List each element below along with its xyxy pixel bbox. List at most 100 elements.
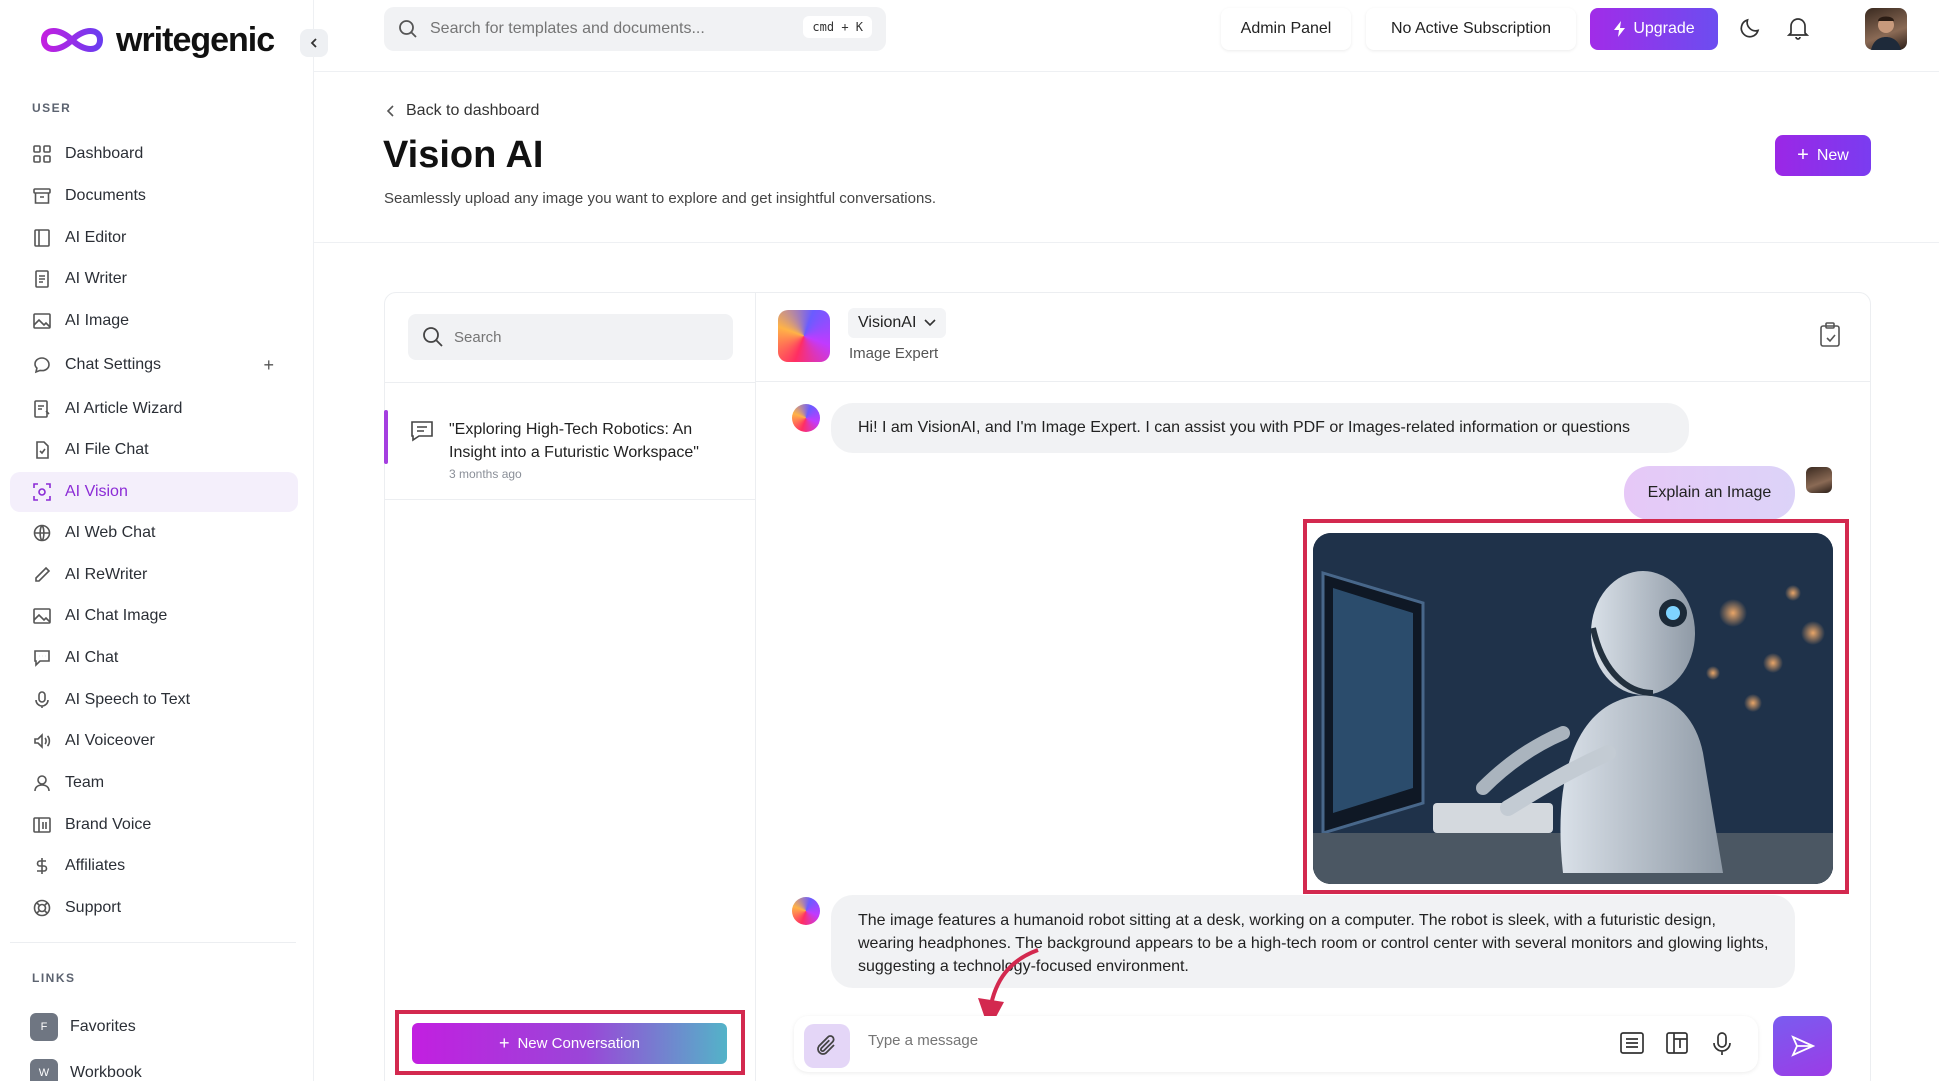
sidebar-item-support[interactable]: Support xyxy=(10,888,298,928)
sidebar-item-label: AI Chat Image xyxy=(65,607,168,624)
search-input[interactable] xyxy=(430,20,780,38)
notifications-button[interactable] xyxy=(1784,14,1812,42)
bolt-icon xyxy=(1614,21,1626,37)
chevron-left-icon xyxy=(386,105,394,117)
uploaded-image[interactable] xyxy=(1313,533,1833,884)
divider xyxy=(314,242,1939,243)
sidebar-item-label: Team xyxy=(65,774,105,791)
voice-input-button[interactable] xyxy=(1712,1032,1732,1061)
sidebar-item-affiliates[interactable]: Affiliates xyxy=(10,846,298,886)
prompt-library-button[interactable] xyxy=(1620,1032,1644,1059)
bot-selector[interactable]: VisionAI xyxy=(848,308,947,338)
sidebar-item-label: AI File Chat xyxy=(65,441,149,458)
link-label: Workbook xyxy=(70,1064,142,1081)
sidebar-item-ai-editor[interactable]: AI Editor xyxy=(10,218,298,258)
sidebar-item-ai-article-wizard[interactable]: AI Article Wizard xyxy=(10,389,298,429)
sidebar-item-ai-chat[interactable]: AI Chat xyxy=(10,638,298,678)
search-icon xyxy=(423,327,443,347)
microphone-icon xyxy=(1713,1032,1731,1055)
wizard-icon xyxy=(32,399,52,419)
new-conversation-label: New Conversation xyxy=(517,1035,641,1052)
plus-icon[interactable]: + xyxy=(263,355,274,376)
file-icon xyxy=(32,440,52,460)
paperclip-icon xyxy=(817,1035,835,1055)
conversation-list: "Exploring High-Tech Robotics: An Insigh… xyxy=(384,292,756,1081)
send-button[interactable] xyxy=(1773,1016,1832,1076)
sidebar-item-ai-web-chat[interactable]: AI Web Chat xyxy=(10,513,298,553)
admin-panel-button[interactable]: Admin Panel xyxy=(1221,8,1351,50)
speaker-icon xyxy=(32,731,52,751)
vision-icon xyxy=(32,482,52,502)
book-icon xyxy=(32,228,52,248)
section-label-user: USER xyxy=(32,101,72,115)
sidebar-item-ai-writer[interactable]: AI Writer xyxy=(10,259,298,299)
document-icon xyxy=(32,269,52,289)
logo-icon xyxy=(40,28,104,52)
sidebar-item-label: AI Editor xyxy=(65,229,127,246)
subscription-button[interactable]: No Active Subscription xyxy=(1366,8,1576,50)
link-badge: F xyxy=(30,1013,58,1041)
message-input[interactable] xyxy=(868,1032,1508,1049)
plus-icon: + xyxy=(498,1033,510,1053)
new-button[interactable]: + New xyxy=(1775,135,1871,176)
sidebar-item-ai-rewriter[interactable]: AI ReWriter xyxy=(10,555,298,595)
bot-avatar xyxy=(792,404,820,432)
link-favorites[interactable]: F Favorites xyxy=(30,1013,136,1041)
user-message: Explain an Image xyxy=(1624,466,1795,520)
sidebar-item-label: AI Web Chat xyxy=(65,524,156,541)
attach-button[interactable] xyxy=(804,1024,850,1068)
sidebar-item-documents[interactable]: Documents xyxy=(10,176,298,216)
sidebar-item-ai-voiceover[interactable]: AI Voiceover xyxy=(10,721,298,761)
upgrade-button[interactable]: Upgrade xyxy=(1590,8,1718,50)
pen-icon xyxy=(32,565,52,585)
sidebar-item-brand-voice[interactable]: Brand Voice xyxy=(10,805,298,845)
moon-icon xyxy=(1740,18,1760,38)
image-icon xyxy=(32,311,52,331)
bot-message: Hi! I am VisionAI, and I'm Image Expert.… xyxy=(831,403,1689,453)
columns-icon xyxy=(1666,1032,1688,1054)
logo[interactable]: writegenic xyxy=(38,20,275,60)
sidebar-item-label: Documents xyxy=(65,187,146,204)
image-icon xyxy=(32,606,52,626)
section-label-links: LINKS xyxy=(32,971,76,985)
sidebar-item-team[interactable]: Team xyxy=(10,763,298,803)
dark-mode-toggle[interactable] xyxy=(1736,14,1764,42)
bot-avatar xyxy=(778,310,830,362)
avatar[interactable] xyxy=(1865,8,1907,50)
brand-voice-button[interactable] xyxy=(1666,1032,1688,1059)
sidebar-item-chat-settings[interactable]: Chat Settings + xyxy=(10,345,298,385)
sidebar-item-label: Support xyxy=(65,899,122,916)
sidebar-item-dashboard[interactable]: Dashboard xyxy=(10,134,298,174)
topbar: cmd + K Admin Panel No Active Subscripti… xyxy=(314,0,1939,72)
conversation-search-input[interactable] xyxy=(454,328,704,346)
back-to-dashboard-link[interactable]: Back to dashboard xyxy=(386,102,539,120)
user-icon xyxy=(32,773,52,793)
sidebar-item-label: AI ReWriter xyxy=(65,566,148,583)
conversation-search[interactable] xyxy=(408,314,733,360)
sidebar-item-label: AI Image xyxy=(65,312,130,329)
sidebar-item-ai-vision[interactable]: AI Vision xyxy=(10,472,298,512)
plus-icon: + xyxy=(1797,144,1809,166)
sidebar-item-ai-file-chat[interactable]: AI File Chat xyxy=(10,430,298,470)
list-icon xyxy=(1620,1032,1644,1054)
upgrade-label: Upgrade xyxy=(1633,20,1695,37)
sidebar-item-ai-image[interactable]: AI Image xyxy=(10,301,298,341)
sidebar-item-label: AI Vision xyxy=(65,483,128,500)
sidebar-item-ai-speech-to-text[interactable]: AI Speech to Text xyxy=(10,680,298,720)
sidebar: writegenic USER Dashboard Documents AI E… xyxy=(0,0,314,1081)
list-item[interactable]: "Exploring High-Tech Robotics: An Insigh… xyxy=(384,410,756,493)
active-indicator xyxy=(384,410,388,464)
send-icon xyxy=(1790,1035,1815,1057)
global-search[interactable]: cmd + K xyxy=(384,7,886,51)
link-workbook[interactable]: W Workbook xyxy=(30,1059,142,1081)
sidebar-item-ai-chat-image[interactable]: AI Chat Image xyxy=(10,596,298,636)
page-title: Vision AI xyxy=(383,134,544,176)
lifebuoy-icon xyxy=(32,898,52,918)
link-badge: W xyxy=(30,1059,58,1081)
link-label: Favorites xyxy=(70,1018,136,1035)
collapse-sidebar-button[interactable] xyxy=(300,29,328,57)
new-conversation-button[interactable]: + New Conversation xyxy=(412,1023,727,1064)
divider xyxy=(384,382,756,383)
user-avatar xyxy=(1806,467,1832,493)
clipboard-button[interactable] xyxy=(1819,322,1841,353)
